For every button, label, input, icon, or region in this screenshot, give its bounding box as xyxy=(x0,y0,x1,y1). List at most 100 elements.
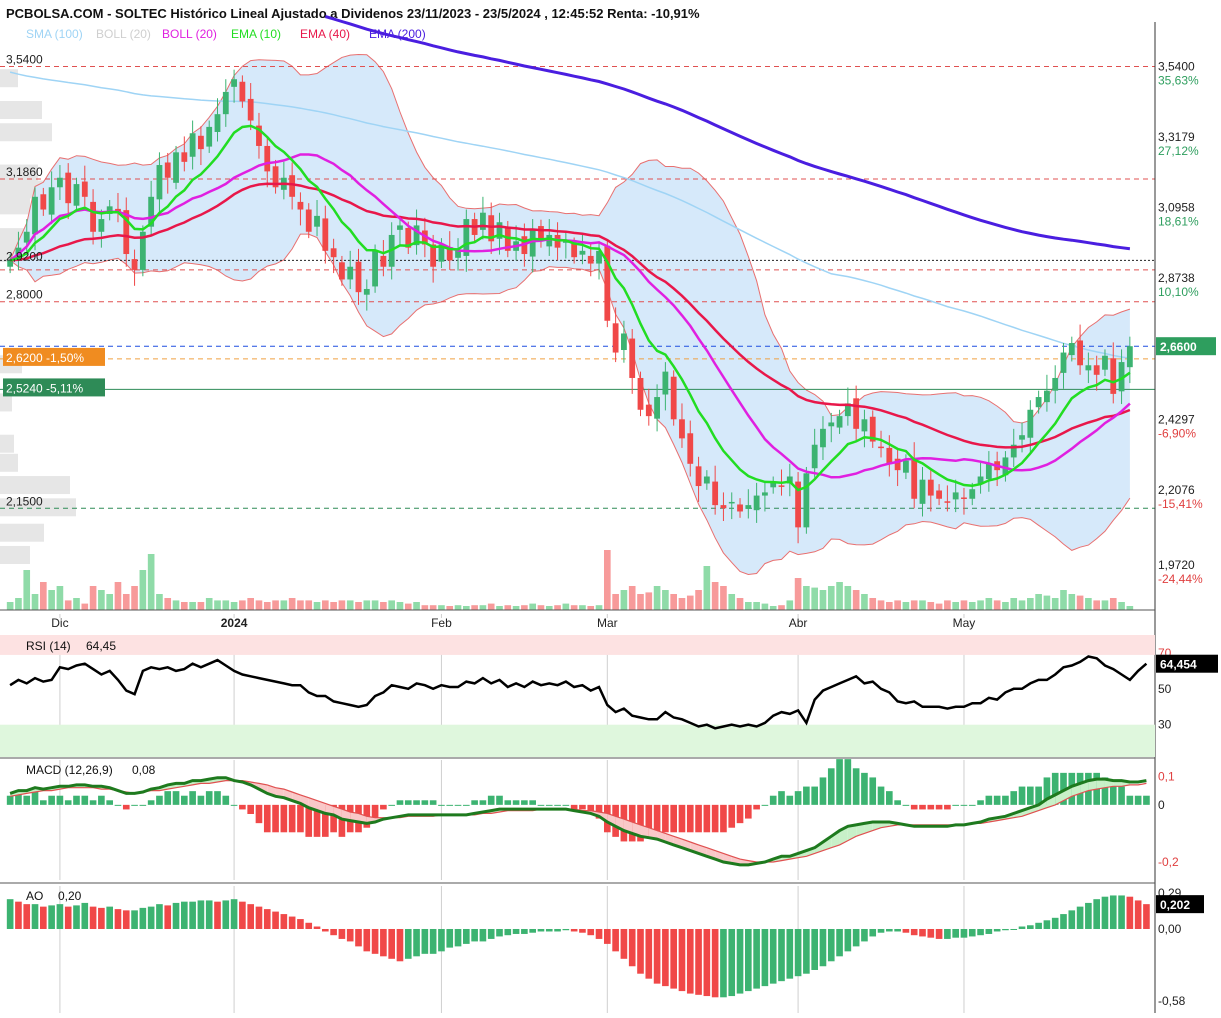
candle-body[interactable] xyxy=(231,79,237,87)
ao-bar[interactable] xyxy=(703,928,711,997)
candle-body[interactable] xyxy=(637,377,644,410)
candle-body[interactable] xyxy=(90,201,96,232)
legend-ema40[interactable]: EMA (40) xyxy=(300,27,350,41)
candle-body[interactable] xyxy=(355,261,362,293)
ao-bar[interactable] xyxy=(545,928,553,932)
ao-bar[interactable] xyxy=(263,909,271,929)
candle-body[interactable] xyxy=(322,218,329,251)
candle-body[interactable] xyxy=(57,177,63,188)
ao-bar[interactable] xyxy=(993,928,1001,932)
candle-body[interactable] xyxy=(728,501,735,504)
candle-body[interactable] xyxy=(1060,352,1067,373)
ao-bar[interactable] xyxy=(463,928,470,944)
candle-body[interactable] xyxy=(811,444,818,469)
ao-bar[interactable] xyxy=(355,928,362,947)
candle-body[interactable] xyxy=(131,259,138,270)
candle-body[interactable] xyxy=(23,231,30,243)
candle-body[interactable] xyxy=(836,416,843,428)
ao-bar[interactable] xyxy=(761,928,769,987)
ao-bar[interactable] xyxy=(537,928,545,932)
ao-bar[interactable] xyxy=(686,928,694,994)
candle-body[interactable] xyxy=(762,492,768,496)
ao-bar[interactable] xyxy=(711,928,719,998)
ao-bar[interactable] xyxy=(1018,926,1026,929)
candle-body[interactable] xyxy=(753,495,760,511)
ao-bar[interactable] xyxy=(313,926,321,929)
ao-bar[interactable] xyxy=(131,910,138,929)
candle-body[interactable] xyxy=(156,165,163,200)
ao-bar[interactable] xyxy=(388,928,395,959)
ao-bar[interactable] xyxy=(1109,895,1117,929)
ao-bar[interactable] xyxy=(197,900,205,929)
ao-bar[interactable] xyxy=(404,928,412,959)
ao-bar[interactable] xyxy=(106,906,113,929)
ao-bar[interactable] xyxy=(1060,914,1067,929)
ao-bar[interactable] xyxy=(189,901,196,929)
candle-body[interactable] xyxy=(803,473,810,528)
candle-body[interactable] xyxy=(189,133,196,157)
candle-body[interactable] xyxy=(65,172,72,204)
ao-bar[interactable] xyxy=(927,928,935,938)
candle-body[interactable] xyxy=(985,463,992,480)
candle-body[interactable] xyxy=(372,250,378,287)
ao-bar[interactable] xyxy=(363,928,371,952)
ao-bar[interactable] xyxy=(255,906,263,929)
candle-body[interactable] xyxy=(1085,365,1092,371)
candle-body[interactable] xyxy=(911,458,918,499)
ao-bar[interactable] xyxy=(205,900,213,929)
candle-body[interactable] xyxy=(903,460,909,473)
ao-bar[interactable] xyxy=(288,916,296,929)
ao-bar[interactable] xyxy=(114,909,122,929)
ao-bar[interactable] xyxy=(637,928,644,974)
ao-bar[interactable] xyxy=(952,928,959,938)
candle-body[interactable] xyxy=(629,338,636,378)
ao-bar[interactable] xyxy=(31,904,39,929)
ao-bar[interactable] xyxy=(454,928,462,947)
ao-bar[interactable] xyxy=(1126,896,1134,929)
ao-bar[interactable] xyxy=(139,907,147,929)
ao-bar[interactable] xyxy=(1134,900,1142,929)
ao-bar[interactable] xyxy=(1101,896,1109,929)
candle-body[interactable] xyxy=(81,181,88,197)
candle-body[interactable] xyxy=(48,187,55,215)
ao-bar[interactable] xyxy=(380,928,387,957)
ao-bar[interactable] xyxy=(877,928,885,933)
ao-bar[interactable] xyxy=(678,928,686,992)
ao-bar[interactable] xyxy=(695,928,702,995)
candle-body[interactable] xyxy=(662,371,669,395)
ao-bar[interactable] xyxy=(122,910,130,929)
ao-bar[interactable] xyxy=(164,905,172,929)
ao-bar[interactable] xyxy=(172,902,180,929)
candle-body[interactable] xyxy=(703,476,710,484)
ao-bar[interactable] xyxy=(338,928,346,939)
candle-body[interactable] xyxy=(347,266,354,280)
legend-boll-band[interactable]: BOLL (20) xyxy=(96,27,151,41)
candle-body[interactable] xyxy=(654,397,660,419)
ao-bar[interactable] xyxy=(421,928,429,954)
ao-bar[interactable] xyxy=(1002,928,1009,931)
ao-bar[interactable] xyxy=(902,928,910,933)
ao-bar[interactable] xyxy=(794,928,802,977)
ao-bar[interactable] xyxy=(728,928,736,997)
candle-body[interactable] xyxy=(222,91,229,115)
candle-body[interactable] xyxy=(927,479,934,496)
candle-body[interactable] xyxy=(936,490,942,499)
ao-bar[interactable] xyxy=(322,928,329,932)
ao-bar[interactable] xyxy=(396,928,404,962)
candle-body[interactable] xyxy=(73,184,80,206)
ao-bar[interactable] xyxy=(40,906,47,929)
candle-body[interactable] xyxy=(239,81,246,102)
ao-bar[interactable] xyxy=(330,928,337,936)
ao-bar[interactable] xyxy=(89,906,97,929)
ao-bar[interactable] xyxy=(886,928,893,932)
candle-body[interactable] xyxy=(1110,358,1117,394)
candle-body[interactable] xyxy=(314,215,320,227)
candle-body[interactable] xyxy=(820,428,826,448)
ao-bar[interactable] xyxy=(662,928,669,987)
ao-bar[interactable] xyxy=(753,928,760,989)
ao-bar[interactable] xyxy=(438,928,445,952)
candle-body[interactable] xyxy=(679,419,685,439)
ao-bar[interactable] xyxy=(371,928,379,954)
chart-svg[interactable]: PCBOLSA.COM - SOLTEC Histórico Lineal Aj… xyxy=(0,0,1221,1013)
ao-bar[interactable] xyxy=(512,928,520,934)
